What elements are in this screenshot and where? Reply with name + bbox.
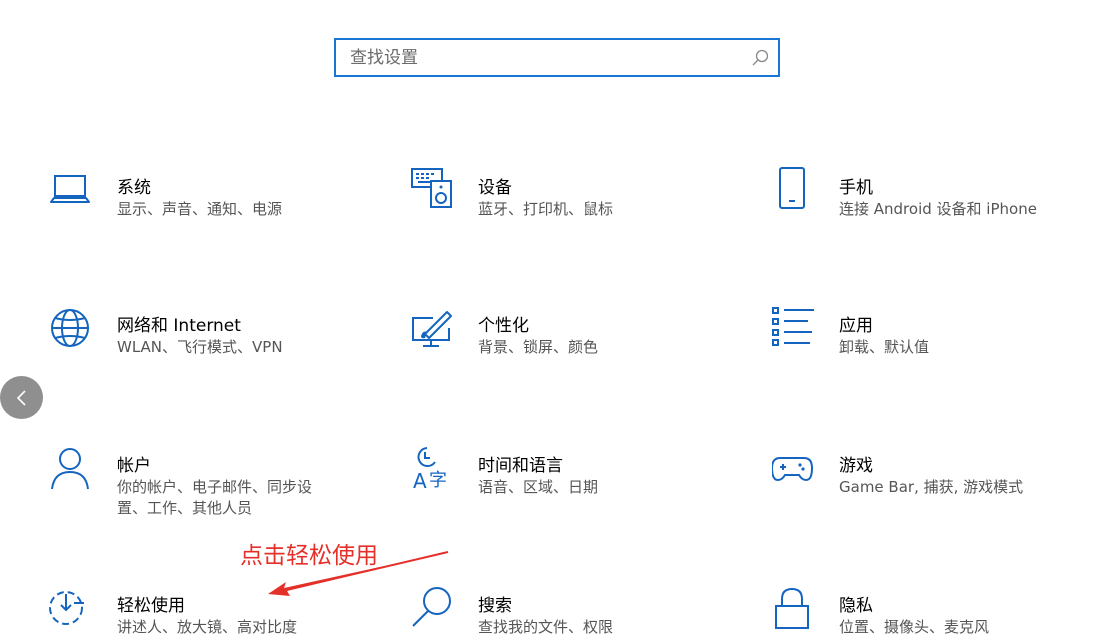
chevron-left-icon: [16, 389, 26, 406]
laptop-icon: [50, 175, 90, 203]
tile-time-language[interactable]: A 字 时间和语言 语音、区域、日期: [411, 446, 711, 516]
tile-title: 手机: [839, 178, 873, 198]
ease-of-access-icon: [49, 591, 84, 625]
tile-title: 帐户: [117, 456, 151, 476]
tile-description: Game Bar, 捕获, 游戏模式: [839, 478, 1024, 496]
search-icon[interactable]: [750, 48, 770, 68]
settings-home: 系统 显示、声音、通知、电源 设备 蓝牙、打印机、鼠标 手机 连接 Androi…: [0, 0, 1119, 640]
tile-search[interactable]: 搜索 查找我的文件、权限: [411, 586, 711, 640]
tile-privacy[interactable]: 隐私 位置、摄像头、麦克风: [772, 586, 1072, 640]
keyboard-speaker-icon: [411, 168, 452, 208]
tile-devices[interactable]: 设备 蓝牙、打印机、鼠标: [411, 167, 711, 237]
globe-icon: [51, 309, 89, 347]
tile-apps[interactable]: 应用 卸载、默认值: [772, 306, 1072, 376]
tile-description: 连接 Android 设备和 iPhone: [839, 200, 1037, 218]
tile-personalization[interactable]: 个性化 背景、锁屏、颜色: [411, 308, 711, 378]
search-box[interactable]: [334, 38, 780, 77]
tile-description: 查找我的文件、权限: [478, 618, 614, 636]
annotation-arrow-icon: [268, 551, 449, 596]
svg-text:A: A: [413, 469, 427, 490]
clock-language-icon: A 字: [413, 447, 447, 490]
tile-title: 隐私: [839, 596, 873, 616]
app-list-icon: [772, 307, 814, 346]
svg-text:字: 字: [429, 470, 447, 490]
tile-title: 设备: [478, 178, 512, 198]
phone-icon: [779, 167, 805, 209]
tile-title: 系统: [117, 178, 151, 198]
paint-monitor-icon: [412, 311, 452, 347]
search-input[interactable]: [350, 40, 730, 75]
tile-description: 背景、锁屏、颜色: [478, 338, 599, 356]
tile-description: 蓝牙、打印机、鼠标: [478, 200, 614, 218]
gamepad-icon: [772, 457, 814, 482]
tile-description: 语音、区域、日期: [478, 478, 599, 496]
tile-phone[interactable]: 手机 连接 Android 设备和 iPhone: [772, 167, 1072, 237]
tile-gaming[interactable]: 游戏 Game Bar, 捕获, 游戏模式: [772, 448, 1072, 518]
tile-network[interactable]: 网络和 Internet WLAN、飞行模式、VPN: [50, 308, 350, 378]
tile-accounts[interactable]: 帐户 你的帐户、电子邮件、同步设置、工作、其他人员: [50, 448, 350, 518]
tile-system[interactable]: 系统 显示、声音、通知、电源: [50, 172, 350, 242]
tile-title: 个性化: [478, 316, 529, 336]
tile-description: 显示、声音、通知、电源: [117, 200, 283, 218]
person-icon: [51, 448, 89, 490]
tile-title: 网络和 Internet: [117, 316, 241, 336]
tile-description: WLAN、飞行模式、VPN: [117, 338, 283, 356]
lock-icon: [775, 587, 809, 629]
tile-title: 搜索: [478, 596, 512, 616]
tile-title: 时间和语言: [478, 456, 563, 476]
tile-title: 轻松使用: [117, 596, 185, 616]
back-button[interactable]: [0, 376, 43, 419]
tile-title: 游戏: [839, 456, 873, 476]
tile-description: 卸载、默认值: [839, 338, 930, 356]
tile-description: 位置、摄像头、麦克风: [839, 618, 990, 636]
tile-title: 应用: [839, 316, 873, 336]
tile-description: 你的帐户、电子邮件、同步设置、工作、其他人员: [117, 478, 313, 517]
tile-description: 讲述人、放大镜、高对比度: [117, 618, 298, 636]
